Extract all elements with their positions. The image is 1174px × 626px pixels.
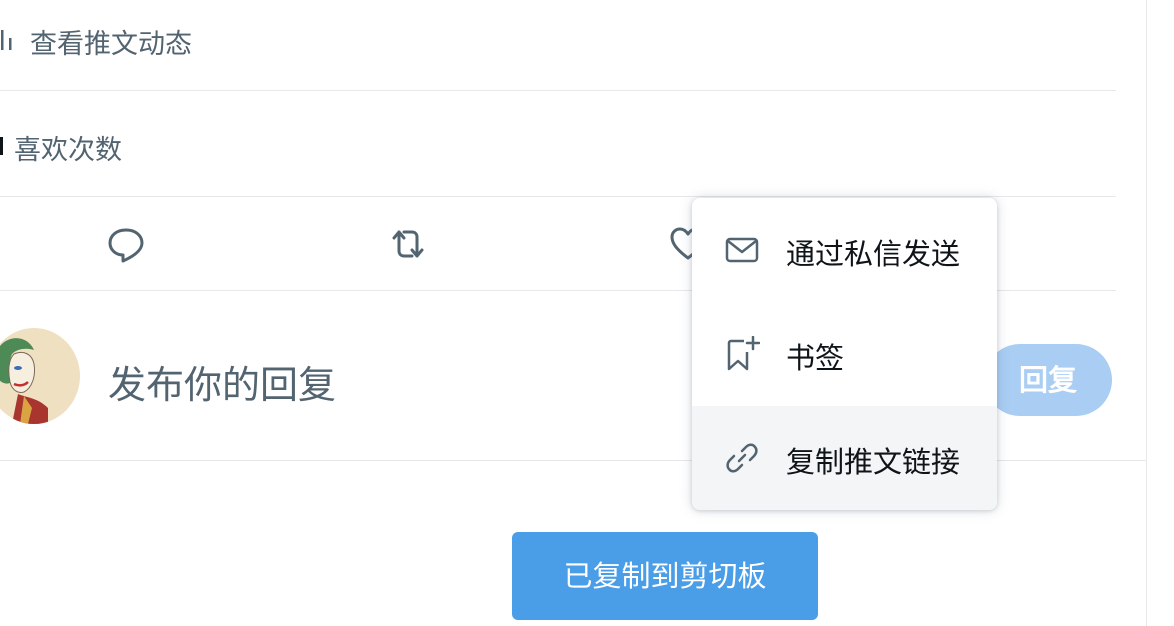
share-menu: 通过私信发送 书签 复制推文链接 bbox=[692, 198, 997, 510]
likes-marker-icon bbox=[0, 137, 3, 155]
menu-item-copy-link[interactable]: 复制推文链接 bbox=[692, 406, 997, 510]
menu-item-label: 通过私信发送 bbox=[786, 237, 961, 271]
likes-row[interactable]: 喜欢次数 bbox=[0, 91, 1116, 196]
menu-item-label: 复制推文链接 bbox=[786, 445, 961, 479]
mail-icon bbox=[724, 232, 760, 268]
likes-label: 喜欢次数 bbox=[14, 135, 122, 166]
copied-toast: 已复制到剪切板 bbox=[512, 532, 818, 620]
reply-icon[interactable] bbox=[106, 224, 146, 264]
activity-row[interactable]: 查看推文动态 bbox=[0, 0, 1116, 90]
right-border bbox=[1146, 0, 1147, 626]
analytics-icon bbox=[0, 26, 14, 52]
link-icon bbox=[724, 440, 760, 476]
activity-label: 查看推文动态 bbox=[30, 29, 192, 60]
bookmark-add-icon bbox=[724, 336, 760, 372]
menu-item-bookmark[interactable]: 书签 bbox=[692, 302, 997, 406]
reply-input[interactable]: 发布你的回复 bbox=[108, 354, 336, 409]
menu-item-label: 书签 bbox=[786, 341, 845, 375]
reply-button[interactable]: 回复 bbox=[984, 344, 1112, 416]
avatar[interactable] bbox=[0, 328, 80, 424]
menu-item-send-dm[interactable]: 通过私信发送 bbox=[692, 198, 997, 302]
retweet-icon[interactable] bbox=[388, 224, 428, 264]
